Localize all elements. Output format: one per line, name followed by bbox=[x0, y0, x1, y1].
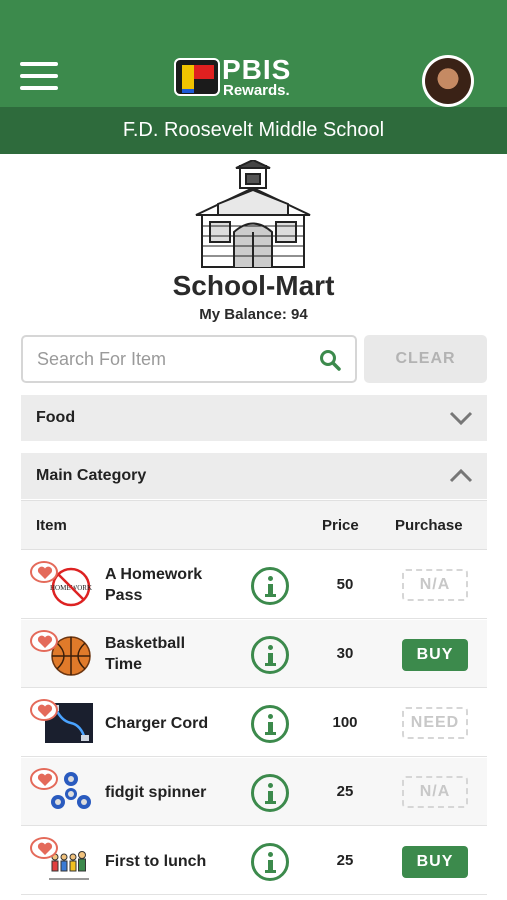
info-icon[interactable] bbox=[251, 705, 289, 743]
item-price: 100 bbox=[332, 714, 358, 731]
pbis-rewards-logo: PBIS Rewards. bbox=[174, 56, 320, 98]
item-price: 25 bbox=[336, 783, 354, 800]
category-label: Main Category bbox=[36, 467, 147, 484]
logo-mark-icon bbox=[174, 58, 220, 96]
category-main[interactable]: Main Category bbox=[21, 453, 487, 499]
column-purchase: Purchase bbox=[395, 517, 463, 534]
favorite-heart-icon[interactable] bbox=[30, 699, 58, 721]
info-icon[interactable] bbox=[251, 567, 289, 605]
buy-button[interactable]: BUY bbox=[402, 639, 468, 671]
category-label: Food bbox=[36, 409, 76, 426]
favorite-heart-icon[interactable] bbox=[30, 561, 58, 583]
table-header: Item Price Purchase bbox=[21, 500, 487, 550]
item-name: fidgit spinner bbox=[105, 784, 207, 801]
column-item: Item bbox=[36, 517, 67, 534]
column-price: Price bbox=[322, 517, 359, 534]
category-food[interactable]: Food bbox=[21, 395, 487, 441]
purchase-status: N/A bbox=[402, 776, 468, 808]
purchase-status: NEED bbox=[402, 707, 468, 739]
buy-button[interactable]: BUY bbox=[402, 846, 468, 878]
item-name: Charger Cord bbox=[105, 715, 209, 732]
store-title: School-Mart bbox=[172, 270, 335, 301]
clear-button[interactable]: CLEAR bbox=[364, 335, 487, 383]
school-name-bar: F.D. Roosevelt Middle School bbox=[0, 107, 507, 154]
search-input[interactable] bbox=[37, 345, 307, 373]
app-header: PBIS Rewards. bbox=[0, 0, 507, 107]
balance-label: My Balance: 94 bbox=[199, 306, 308, 323]
table-row: HOMEWORK A HomeworkPass 50 N/A bbox=[21, 551, 487, 619]
logo-subtitle: Rewards. bbox=[223, 82, 290, 99]
info-icon[interactable] bbox=[251, 774, 289, 812]
purchase-status: N/A bbox=[402, 569, 468, 601]
chevron-down-icon bbox=[449, 411, 473, 426]
item-price: 25 bbox=[336, 852, 354, 869]
table-row: Charger Cord 100 NEED bbox=[21, 689, 487, 757]
user-avatar[interactable] bbox=[422, 55, 474, 107]
info-icon[interactable] bbox=[251, 636, 289, 674]
item-name: First to lunch bbox=[105, 853, 207, 870]
item-price: 30 bbox=[336, 645, 354, 662]
favorite-heart-icon[interactable] bbox=[30, 837, 58, 859]
search-icon[interactable] bbox=[319, 349, 341, 371]
search-box bbox=[21, 335, 357, 383]
logo-title: PBIS bbox=[222, 54, 292, 85]
table-row: fidgit spinner 25 N/A bbox=[21, 758, 487, 826]
hamburger-menu-icon[interactable] bbox=[20, 62, 58, 92]
favorite-heart-icon[interactable] bbox=[30, 768, 58, 790]
schoolhouse-icon bbox=[195, 160, 311, 268]
table-row: Basketball Time 30 BUY bbox=[21, 620, 487, 688]
table-row: First to lunch 25 BUY bbox=[21, 827, 487, 895]
item-name: A Homework Pass bbox=[105, 566, 203, 604]
item-price: 50 bbox=[336, 576, 354, 593]
info-icon[interactable] bbox=[251, 843, 289, 881]
chevron-up-icon bbox=[449, 468, 473, 483]
item-name: Basketball Time bbox=[105, 635, 186, 673]
favorite-heart-icon[interactable] bbox=[30, 630, 58, 652]
